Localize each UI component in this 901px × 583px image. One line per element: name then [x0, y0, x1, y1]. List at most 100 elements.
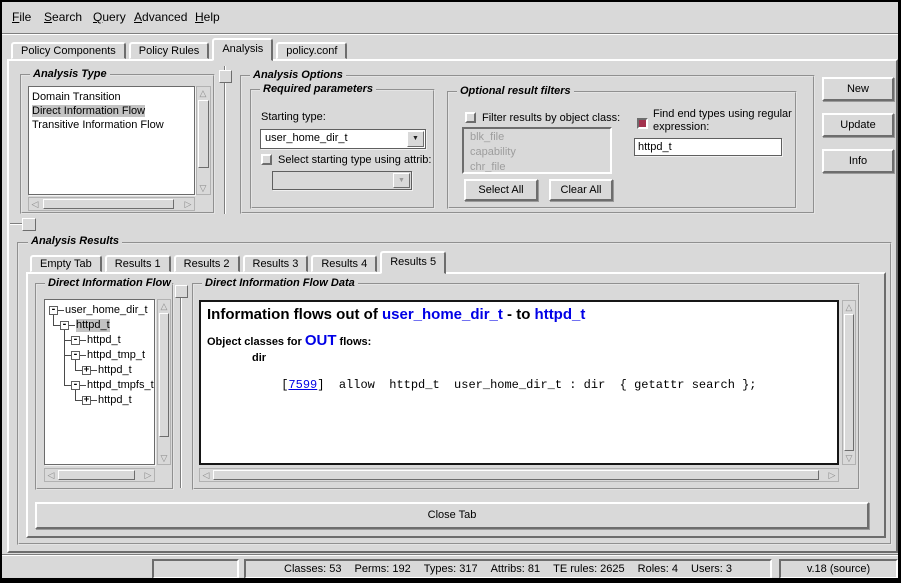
- status-version: v.18 (source): [779, 559, 898, 579]
- data-vscrollbar[interactable]: △ ▽: [842, 300, 856, 465]
- tree-collapse-icon[interactable]: -: [71, 351, 80, 360]
- status-users: Users: 3: [691, 563, 732, 575]
- info-button[interactable]: Info: [822, 149, 894, 173]
- pane-sash-line: [224, 66, 226, 214]
- menu-help[interactable]: Help: [195, 10, 220, 24]
- regex-checkbox-label: Find end types using regular expression:: [653, 108, 801, 134]
- filter-class-label: Filter results by object class:: [482, 112, 620, 124]
- list-item-disabled: capability: [467, 145, 607, 160]
- rule-id-link[interactable]: 7599: [288, 378, 317, 392]
- pane-sash-handle[interactable]: [22, 218, 36, 231]
- menu-separator: [2, 33, 898, 35]
- status-types: Types: 317: [424, 563, 478, 575]
- tree-node-label[interactable]: httpd_t: [98, 364, 132, 377]
- tree-node-label[interactable]: httpd_tmpfs_t: [87, 379, 154, 392]
- tab-results-5[interactable]: Results 5: [380, 251, 446, 274]
- tree-collapse-icon[interactable]: -: [49, 306, 58, 315]
- tree-node-label-selected[interactable]: httpd_t: [76, 319, 110, 332]
- filter-class-checkbox[interactable]: [465, 112, 476, 123]
- flow-data-text[interactable]: Information flows out of user_home_dir_t…: [199, 300, 839, 465]
- starting-type-label: Starting type:: [261, 111, 326, 123]
- attrib-combobox: ▼: [272, 171, 412, 190]
- close-tab-button[interactable]: Close Tab: [35, 502, 869, 529]
- starting-type-combobox[interactable]: user_home_dir_t ▼: [260, 129, 426, 149]
- tab-analysis[interactable]: Analysis: [212, 38, 273, 61]
- attrib-checkbox[interactable]: [261, 154, 272, 165]
- status-separator: [2, 554, 898, 556]
- status-empty-box: [152, 559, 239, 579]
- object-class-listbox: blk_file capability chr_file: [462, 127, 612, 174]
- tree-node-label[interactable]: httpd_tmp_t: [87, 349, 145, 362]
- regex-checkbox[interactable]: [637, 118, 648, 129]
- regex-input[interactable]: [634, 138, 782, 156]
- tab-policy-conf[interactable]: policy.conf: [276, 42, 347, 59]
- menu-file[interactable]: File: [12, 10, 31, 24]
- chevron-down-icon[interactable]: ▼: [407, 131, 424, 147]
- analysis-results-title: Analysis Results: [28, 235, 122, 248]
- list-item-selected[interactable]: Direct Information Flow: [29, 104, 194, 118]
- tab-results-1[interactable]: Results 1: [105, 255, 171, 272]
- analysis-type-title: Analysis Type: [30, 68, 110, 81]
- tab-results-2[interactable]: Results 2: [174, 255, 240, 272]
- tree-collapse-icon[interactable]: -: [71, 336, 80, 345]
- pane-sash-handle[interactable]: [219, 70, 232, 83]
- list-item[interactable]: Domain Transition: [29, 90, 194, 104]
- flow-data-title: Direct Information Flow Data: [202, 277, 358, 290]
- tree-node[interactable]: - httpd_tmp_t: [45, 348, 154, 363]
- chevron-down-icon: ▼: [393, 173, 410, 188]
- menu-search[interactable]: Search: [44, 10, 82, 24]
- tab-policy-components[interactable]: Policy Components: [11, 42, 126, 59]
- tree-node[interactable]: - httpd_tmpfs_t: [45, 378, 154, 393]
- menu-advanced[interactable]: Advanced: [134, 10, 187, 24]
- tree-hscrollbar[interactable]: ◁ ▷: [44, 468, 155, 482]
- update-button[interactable]: Update: [822, 113, 894, 137]
- rule-line: [7599] allow httpd_t user_home_dir_t : d…: [238, 364, 757, 406]
- optional-filters-title: Optional result filters: [457, 85, 574, 98]
- tree-expand-icon[interactable]: +: [82, 366, 91, 375]
- data-hscrollbar[interactable]: ◁ ▷: [199, 468, 839, 482]
- tree-node[interactable]: - user_home_dir_t: [45, 303, 154, 318]
- tree-expand-icon[interactable]: +: [82, 396, 91, 405]
- flow-source-type: user_home_dir_t: [382, 306, 503, 323]
- required-parameters-frame: [250, 89, 435, 209]
- status-roles: Roles: 4: [638, 563, 678, 575]
- tree-node[interactable]: + httpd_t: [45, 393, 154, 408]
- flow-subheading: Object classes for OUT flows:: [207, 332, 371, 349]
- required-parameters-title: Required parameters: [260, 83, 376, 96]
- tab-results-3[interactable]: Results 3: [243, 255, 309, 272]
- status-classes: Classes: 53: [284, 563, 341, 575]
- tree-node-label[interactable]: httpd_t: [98, 394, 132, 407]
- list-item-disabled: blk_file: [467, 130, 607, 145]
- analysis-type-listbox[interactable]: Domain Transition Direct Information Flo…: [28, 86, 195, 195]
- select-all-button[interactable]: Select All: [464, 179, 538, 201]
- pane-sash-line: [180, 285, 182, 488]
- apol-window: File Search Query Advanced Help Policy C…: [0, 0, 901, 583]
- tree-node[interactable]: - httpd_t: [45, 318, 154, 333]
- clear-all-button[interactable]: Clear All: [549, 179, 613, 201]
- status-attribs: Attribs: 81: [491, 563, 541, 575]
- menu-query[interactable]: Query: [93, 10, 126, 24]
- analysis-type-hscrollbar[interactable]: ◁ ▷: [28, 197, 195, 211]
- object-class-label: dir: [252, 352, 266, 364]
- tree-node-label[interactable]: httpd_t: [87, 334, 121, 347]
- tree-node-label[interactable]: user_home_dir_t: [65, 304, 148, 317]
- tree-vscrollbar[interactable]: △ ▽: [157, 299, 171, 465]
- new-button[interactable]: New: [822, 77, 894, 101]
- analysis-type-vscrollbar[interactable]: △ ▽: [196, 86, 211, 195]
- flow-tree[interactable]: - user_home_dir_t - httpd_t - httpd_t - …: [44, 299, 155, 465]
- main-tab-bar: Policy Components Policy Rules Analysis …: [11, 38, 350, 59]
- status-te-rules: TE rules: 2625: [553, 563, 625, 575]
- tree-node[interactable]: + httpd_t: [45, 363, 154, 378]
- tab-empty[interactable]: Empty Tab: [30, 255, 102, 272]
- tree-collapse-icon[interactable]: -: [71, 381, 80, 390]
- status-stats: Classes: 53 Perms: 192 Types: 317 Attrib…: [244, 559, 772, 579]
- tab-results-4[interactable]: Results 4: [311, 255, 377, 272]
- list-item[interactable]: Transitive Information Flow: [29, 118, 194, 132]
- tree-node[interactable]: - httpd_t: [45, 333, 154, 348]
- tree-collapse-icon[interactable]: -: [60, 321, 69, 330]
- status-perms: Perms: 192: [355, 563, 411, 575]
- list-item-disabled: chr_file: [467, 160, 607, 174]
- tab-policy-rules[interactable]: Policy Rules: [129, 42, 210, 59]
- results-tab-bar: Empty Tab Results 1 Results 2 Results 3 …: [30, 251, 449, 272]
- pane-sash-handle[interactable]: [175, 285, 188, 298]
